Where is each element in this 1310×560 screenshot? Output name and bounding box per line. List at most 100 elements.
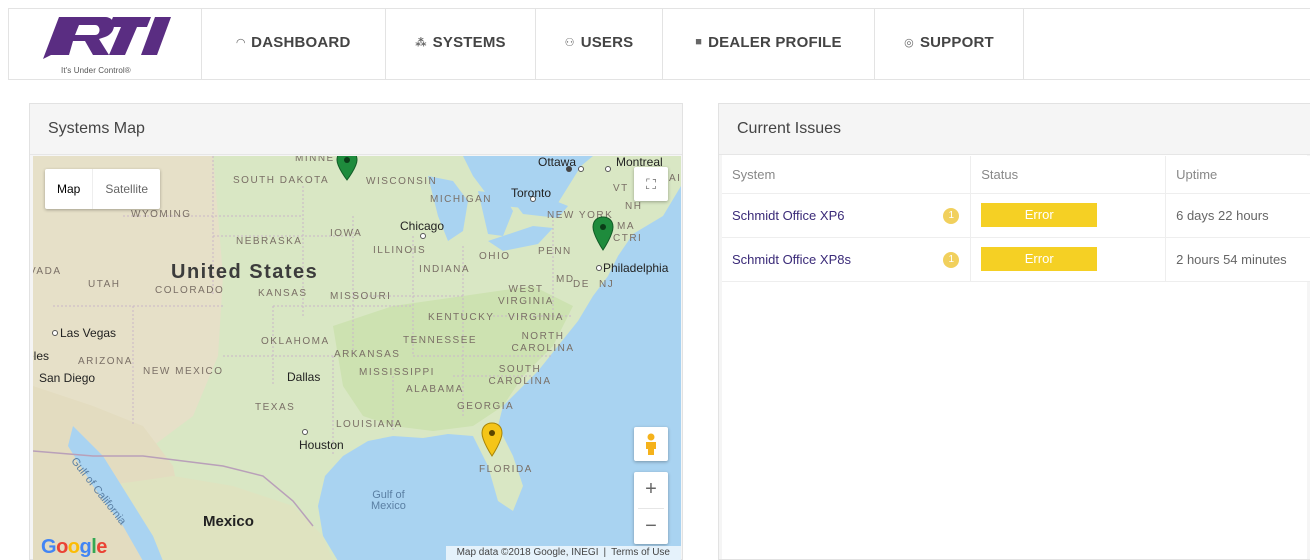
system-link[interactable]: Schmidt Office XP8s — [732, 252, 851, 267]
nav-systems-label: SYSTEMS — [432, 34, 506, 51]
map-label-arizona: ARIZONA — [78, 356, 133, 367]
map-label-indiana: INDIANA — [419, 264, 471, 275]
current-issues-panel: Current Issues System Status Uptime Schm… — [718, 103, 1310, 560]
status-badge: Error — [981, 247, 1098, 271]
map-label-ma: MA — [617, 221, 635, 232]
map-label-de: DE — [573, 279, 590, 290]
map-label-south-dakota: SOUTH DAKOTA — [233, 175, 330, 186]
issues-table: System Status Uptime Schmidt Office XP6 … — [722, 156, 1310, 282]
uptime-cell: 2 hours 54 minutes — [1165, 237, 1310, 282]
map-label-kentucky: KENTUCKY — [428, 312, 495, 323]
column-header-uptime[interactable]: Uptime — [1165, 156, 1310, 194]
systems-map[interactable]: SOUTH DAKOTA MINNE WYOMING NEBRASKA IOWA… — [33, 156, 681, 560]
city-ottawa: Ottawa — [538, 156, 577, 169]
map-label-ain: AIN — [669, 173, 681, 184]
column-header-system[interactable]: System — [722, 156, 972, 194]
city-las-vegas: Las Vegas — [60, 326, 117, 340]
map-label-tennessee: TENNESSEE — [403, 335, 478, 346]
fullscreen-button[interactable]: ⛶ — [634, 167, 668, 201]
map-label-west-virginia: WEST VIRGINIA — [498, 284, 554, 307]
street-view-button[interactable] — [634, 427, 668, 461]
map-label-new-mexico: NEW MEXICO — [143, 366, 224, 377]
map-label-ctri: CTRI — [613, 233, 643, 244]
map-label-north-carolina: NORTH CAROLINA — [511, 331, 575, 354]
map-label-nebraska: NEBRASKA — [236, 236, 303, 247]
pegman-icon — [646, 433, 656, 455]
briefcase-icon: ■ — [695, 36, 703, 48]
city-los-angeles: eles — [33, 349, 50, 363]
map-label-utah: UTAH — [88, 279, 121, 290]
issue-count-badge: 1 — [943, 251, 960, 268]
map-type-satellite[interactable]: Satellite — [92, 169, 160, 209]
map-label-nevada: VADA — [33, 266, 62, 277]
sitemap-icon: ⁂ — [415, 37, 427, 49]
marker-east[interactable] — [592, 216, 614, 252]
google-logo: Google — [41, 536, 107, 558]
system-link[interactable]: Schmidt Office XP6 — [732, 208, 844, 223]
column-header-status[interactable]: Status — [970, 156, 1167, 194]
map-label-wyoming: WYOMING — [131, 209, 192, 220]
status-cell: Error — [970, 193, 1167, 238]
zoom-in-button[interactable]: + — [634, 472, 668, 508]
table-row: Schmidt Office XP8s 1 Error 2 hours 54 m… — [722, 237, 1310, 282]
map-label-mexico: Mexico — [203, 513, 254, 530]
zoom-out-button[interactable]: − — [634, 508, 668, 544]
map-label-nj: NJ — [599, 279, 615, 290]
map-label-gulf-of-mexico: Gulf of Mexico — [371, 489, 406, 512]
system-cell: Schmidt Office XP8s 1 — [722, 237, 972, 282]
lifebuoy-icon: ◎ — [904, 37, 914, 49]
terms-of-use-link[interactable]: Terms of Use — [611, 547, 670, 558]
city-chicago: Chicago — [400, 219, 445, 233]
map-label-kansas: KANSAS — [258, 288, 308, 299]
map-label-louisiana: LOUISIANA — [336, 419, 403, 430]
map-label-penn: PENN — [538, 246, 572, 257]
top-navigation: It's Under Control® ◠ DASHBOARD ⁂ SYSTEM… — [8, 8, 1310, 80]
map-label-missouri: MISSOURI — [330, 291, 392, 302]
map-label-south-carolina: SOUTH CAROLINA — [488, 364, 552, 387]
nav-support[interactable]: ◎ SUPPORT — [875, 9, 1024, 79]
nav-systems[interactable]: ⁂ SYSTEMS — [386, 9, 536, 79]
map-label-minnesota: MINNE — [295, 156, 335, 164]
map-type-control: Map Satellite — [45, 169, 161, 209]
map-label-texas: TEXAS — [255, 402, 296, 413]
gauge-icon: ◠ — [236, 37, 246, 49]
map-label-oklahoma: OKLAHOMA — [261, 336, 330, 347]
map-label-nh: NH — [625, 201, 643, 212]
system-cell: Schmidt Office XP6 1 — [722, 193, 972, 238]
map-label-mississippi: MISSISSIPPI — [359, 367, 435, 378]
map-label-ohio: OHIO — [479, 251, 511, 262]
uptime-cell: 6 days 22 hours — [1165, 193, 1310, 238]
status-cell: Error — [970, 237, 1167, 282]
nav-dashboard-label: DASHBOARD — [251, 34, 351, 51]
marker-florida[interactable] — [481, 422, 503, 458]
map-label-arkansas: ARKANSAS — [334, 349, 401, 360]
nav-dashboard[interactable]: ◠ DASHBOARD — [202, 9, 386, 79]
fullscreen-icon: ⛶ — [646, 175, 656, 192]
issues-header-row: System Status Uptime — [722, 156, 1310, 194]
zoom-control: + − — [634, 472, 668, 544]
marker-north[interactable] — [336, 156, 358, 182]
table-row: Schmidt Office XP6 1 Error 6 days 22 hou… — [722, 193, 1310, 238]
nav-users[interactable]: ⚇ USERS — [536, 9, 663, 79]
map-type-map[interactable]: Map — [45, 169, 92, 209]
nav-support-label: SUPPORT — [919, 34, 994, 51]
systems-map-title: Systems Map — [30, 104, 682, 155]
rti-logo-mark — [43, 17, 171, 59]
nav-dealer-profile-label: DEALER PROFILE — [708, 34, 842, 51]
rti-logo[interactable]: It's Under Control® — [9, 9, 202, 79]
map-attribution: Map data ©2018 Google, INEGI | Terms of Us… — [445, 546, 681, 560]
map-label-colorado: COLORADO — [155, 285, 225, 296]
logo-tagline: It's Under Control® — [61, 66, 131, 75]
map-label-illinois: ILLINOIS — [373, 245, 427, 256]
nav-users-label: USERS — [580, 34, 634, 51]
city-san-diego: San Diego — [39, 371, 96, 385]
map-label-florida: FLORIDA — [479, 464, 533, 475]
city-dallas: Dallas — [287, 370, 321, 384]
nav-dealer-profile[interactable]: ■ DEALER PROFILE — [663, 9, 875, 79]
map-label-iowa: IOWA — [330, 228, 363, 239]
issue-count-badge: 1 — [943, 207, 960, 224]
map-label-vt: VT — [613, 183, 629, 194]
city-toronto: Toronto — [511, 186, 552, 200]
map-data-credit: Map data ©2018 Google, INEGI — [456, 547, 599, 558]
map-label-wisconsin: WISCONSIN — [366, 176, 438, 187]
